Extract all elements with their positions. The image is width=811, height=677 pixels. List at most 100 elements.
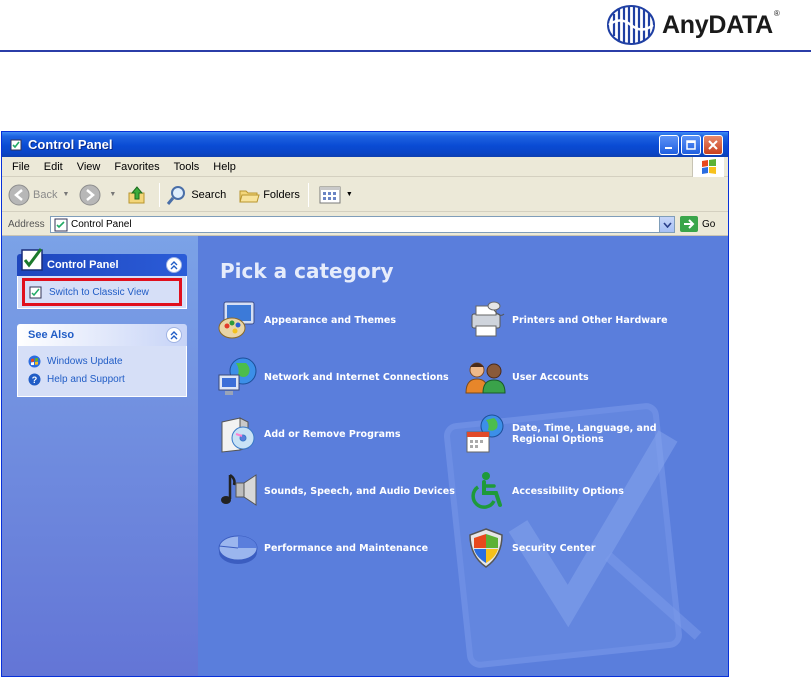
category-date-time-language[interactable]: Date, Time, Language, and Regional Optio… bbox=[464, 412, 702, 456]
go-arrow-icon bbox=[680, 216, 698, 232]
toolbar: Back ▼ ▼ Search Folders ▼ bbox=[2, 178, 728, 212]
menu-favorites[interactable]: Favorites bbox=[107, 161, 166, 173]
back-label: Back bbox=[33, 188, 58, 201]
switch-to-classic-view-link[interactable]: Switch to Classic View bbox=[22, 278, 182, 306]
content-area: Control Panel Switch to Classic View See… bbox=[2, 236, 728, 676]
minimize-icon bbox=[665, 147, 672, 149]
accessibility-icon bbox=[471, 472, 502, 509]
chevron-up-icon bbox=[170, 330, 178, 339]
category-accessibility[interactable]: Accessibility Options bbox=[464, 469, 624, 513]
address-dropdown-button[interactable] bbox=[659, 217, 674, 232]
folders-button[interactable]: Folders bbox=[238, 184, 300, 206]
category-performance-maintenance[interactable]: Performance and Maintenance bbox=[216, 526, 428, 570]
control-panel-icon bbox=[10, 139, 22, 150]
go-button[interactable]: Go bbox=[680, 216, 715, 232]
control-panel-box: Control Panel Switch to Classic View bbox=[17, 248, 187, 309]
views-dropdown-icon[interactable]: ▼ bbox=[346, 191, 353, 198]
security-center-icon bbox=[469, 528, 503, 568]
anydata-logo: AnyDATA ® bbox=[606, 2, 780, 48]
category-network-internet[interactable]: Network and Internet Connections bbox=[216, 355, 449, 399]
category-label: Sounds, Speech, and Audio Devices bbox=[264, 485, 455, 497]
folders-icon bbox=[239, 190, 260, 202]
menu-view[interactable]: View bbox=[70, 161, 108, 173]
menu-bar: File Edit View Favorites Tools Help bbox=[2, 157, 728, 177]
views-icon bbox=[319, 186, 341, 203]
address-input[interactable]: Control Panel bbox=[50, 216, 675, 233]
toolbar-separator bbox=[307, 182, 309, 207]
back-dropdown-icon[interactable]: ▼ bbox=[62, 191, 69, 198]
see-also-box: See Also Windows Update ? Help and Suppo… bbox=[17, 324, 187, 397]
help-icon: ? bbox=[28, 373, 41, 385]
globe-icon bbox=[607, 5, 655, 45]
forward-dropdown-icon[interactable]: ▼ bbox=[109, 191, 116, 198]
task-pane: Control Panel Switch to Classic View See… bbox=[2, 236, 198, 676]
menu-edit[interactable]: Edit bbox=[37, 161, 70, 173]
collapse-see-also-button[interactable] bbox=[166, 327, 182, 343]
date-time-language-icon bbox=[466, 414, 504, 453]
appearance-themes-icon bbox=[218, 301, 255, 339]
category-printers-hardware[interactable]: Printers and Other Hardware bbox=[464, 298, 668, 342]
control-panel-icon bbox=[21, 248, 43, 271]
go-label: Go bbox=[702, 218, 716, 230]
collapse-control-panel-button[interactable] bbox=[166, 257, 182, 273]
header-rule bbox=[0, 50, 811, 52]
minimize-button[interactable] bbox=[659, 135, 679, 155]
windows-logo-icon bbox=[692, 157, 724, 177]
title-bar[interactable]: Control Panel bbox=[2, 132, 728, 157]
close-icon bbox=[708, 140, 718, 150]
category-add-remove-programs[interactable]: Add or Remove Programs bbox=[216, 412, 401, 456]
category-pane: Pick a category Appearance and Themes Pr… bbox=[198, 236, 728, 676]
maximize-icon bbox=[686, 140, 696, 150]
help-and-support-link[interactable]: ? Help and Support bbox=[18, 370, 186, 388]
category-security-center[interactable]: Security Center bbox=[464, 526, 596, 570]
printers-hardware-icon bbox=[471, 301, 505, 337]
category-label: Accessibility Options bbox=[512, 485, 624, 497]
close-button[interactable] bbox=[703, 135, 723, 155]
category-label: Appearance and Themes bbox=[264, 314, 397, 326]
windows-update-link[interactable]: Windows Update bbox=[18, 352, 186, 370]
category-label: Add or Remove Programs bbox=[264, 428, 401, 440]
see-also-header[interactable]: See Also bbox=[17, 324, 187, 346]
performance-maintenance-icon bbox=[218, 535, 258, 564]
network-internet-icon bbox=[218, 357, 257, 395]
menu-file[interactable]: File bbox=[2, 161, 37, 173]
forward-arrow-icon bbox=[79, 184, 101, 205]
chevron-down-icon bbox=[662, 221, 672, 228]
chevron-up-icon bbox=[170, 260, 178, 269]
pick-category-heading: Pick a category bbox=[220, 259, 394, 283]
up-folder-button[interactable] bbox=[126, 184, 151, 206]
category-appearance-themes[interactable]: Appearance and Themes bbox=[216, 298, 396, 342]
search-button[interactable]: Search bbox=[166, 184, 226, 206]
search-icon bbox=[167, 185, 186, 205]
address-bar: Address Control Panel Go bbox=[2, 213, 728, 236]
category-user-accounts[interactable]: User Accounts bbox=[464, 355, 589, 399]
category-label: Performance and Maintenance bbox=[264, 542, 429, 554]
registered-mark: ® bbox=[773, 8, 780, 18]
category-label: Printers and Other Hardware bbox=[512, 314, 668, 326]
menu-help[interactable]: Help bbox=[206, 161, 243, 173]
add-remove-programs-icon bbox=[221, 417, 255, 453]
back-arrow-icon bbox=[8, 184, 30, 205]
address-label: Address bbox=[8, 218, 45, 230]
window-title: Control Panel bbox=[28, 137, 113, 152]
control-panel-window: Control Panel File Edit View Favorites T… bbox=[1, 131, 729, 677]
forward-button[interactable]: ▼ bbox=[79, 184, 116, 206]
control-panel-box-header[interactable]: Control Panel bbox=[17, 248, 187, 276]
control-panel-box-body: Switch to Classic View bbox=[17, 276, 187, 309]
search-label: Search bbox=[191, 188, 227, 201]
logo-text: AnyDATA bbox=[662, 10, 773, 39]
address-value: Control Panel bbox=[71, 219, 132, 230]
switch-to-classic-view-label: Switch to Classic View bbox=[49, 286, 149, 298]
category-label: Network and Internet Connections bbox=[264, 371, 449, 383]
menu-tools[interactable]: Tools bbox=[167, 161, 207, 173]
maximize-button[interactable] bbox=[681, 135, 701, 155]
views-button[interactable]: ▼ bbox=[319, 185, 353, 205]
windows-update-label: Windows Update bbox=[47, 355, 123, 367]
classic-view-icon bbox=[29, 286, 42, 299]
folders-label: Folders bbox=[263, 188, 300, 201]
category-label: Date, Time, Language, and Regional Optio… bbox=[512, 423, 657, 445]
category-sounds-audio[interactable]: Sounds, Speech, and Audio Devices bbox=[216, 469, 455, 513]
back-button[interactable]: Back ▼ bbox=[8, 184, 69, 206]
windows-update-icon bbox=[28, 355, 41, 367]
control-panel-icon bbox=[54, 218, 68, 231]
